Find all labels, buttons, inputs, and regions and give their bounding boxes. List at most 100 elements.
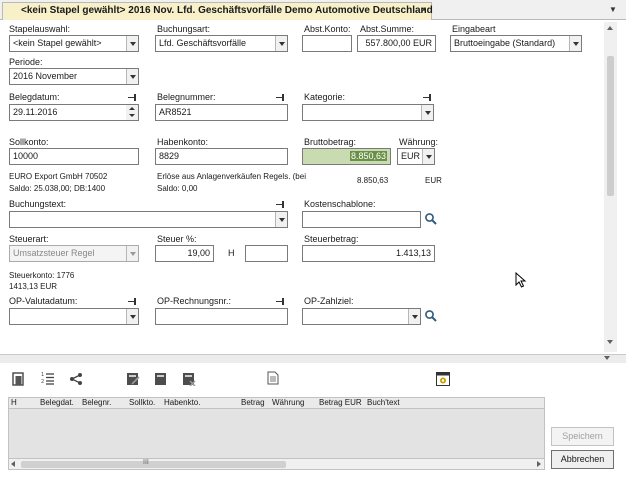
scroll-thumb[interactable]: [607, 56, 614, 196]
belegnummer-value: AR8521: [159, 107, 192, 117]
pin-icon[interactable]: [423, 94, 433, 102]
scroll-thumb[interactable]: III: [21, 459, 286, 468]
grid-col-habenkto[interactable]: Habenkto.: [164, 398, 200, 408]
kategorie-label: Kategorie:: [304, 92, 346, 102]
grid-col-belegnr[interactable]: Belegnr.: [82, 398, 111, 408]
svg-text:1: 1: [41, 372, 44, 378]
eingabeart-select[interactable]: Bruttoeingabe (Standard): [450, 35, 582, 52]
steuer-pct-field[interactable]: 19,00: [155, 245, 214, 262]
steuerart-select[interactable]: Umsatzsteuer Regel: [9, 245, 139, 262]
op-valutadatum-label: OP-Valutadatum:: [9, 296, 78, 306]
grid-col-buchtext[interactable]: Buch'text: [367, 398, 400, 408]
pin-icon[interactable]: [128, 94, 138, 102]
habenkonto-label: Habenkonto:: [157, 137, 209, 147]
bruttobetrag-field[interactable]: 8.850,63: [302, 148, 391, 165]
belegdatum-field[interactable]: 29.11.2016: [9, 104, 139, 121]
pin-icon[interactable]: [128, 298, 138, 306]
steuer-pct-value: 19,00: [187, 248, 210, 258]
op-rechnungsnr-label: OP-Rechnungsnr.:: [157, 296, 232, 306]
chevron-down-icon[interactable]: [408, 309, 420, 324]
steuer-pct-label: Steuer %:: [157, 234, 197, 244]
kategorie-select[interactable]: [302, 104, 434, 121]
steuer-h-label: H: [228, 248, 235, 258]
tab-active[interactable]: <kein Stapel gewählt> 2016 Nov. Lfd. Ges…: [2, 2, 433, 20]
sollkonto-info: EURO Export GmbH 70502: [9, 172, 108, 181]
document-list-icon[interactable]: [12, 372, 26, 386]
bruttobetrag-info-value: 8.850,63: [357, 176, 389, 185]
steuerkonto-amount: 1413,13 EUR: [9, 282, 58, 291]
chevron-down-icon[interactable]: [126, 36, 138, 51]
edit-document-icon[interactable]: [126, 372, 140, 386]
chevron-down-icon[interactable]: [422, 149, 434, 164]
periode-select[interactable]: 2016 November: [9, 68, 139, 85]
stapel-select[interactable]: <kein Stapel gewählt>: [9, 35, 139, 52]
delete-document-icon[interactable]: [182, 372, 196, 386]
vertical-scrollbar[interactable]: [604, 22, 617, 352]
search-icon[interactable]: [424, 309, 438, 323]
buchungstext-select[interactable]: [9, 211, 288, 228]
document-icon[interactable]: [154, 372, 168, 386]
abbrechen-button[interactable]: Abbrechen: [551, 450, 614, 469]
grid-col-h[interactable]: H: [11, 398, 17, 408]
tab-list-menu-icon[interactable]: ▼: [609, 5, 617, 14]
stapel-label: Stapelauswahl:: [9, 24, 71, 34]
chevron-down-icon[interactable]: [275, 212, 287, 227]
scroll-up-icon[interactable]: [607, 26, 613, 30]
panel-splitter[interactable]: [0, 354, 626, 363]
settings-window-icon[interactable]: [436, 372, 450, 386]
kostenschablone-label: Kostenschablone:: [304, 199, 376, 209]
chevron-down-icon[interactable]: [275, 36, 287, 51]
tab-title: <kein Stapel gewählt> 2016 Nov. Lfd. Ges…: [21, 5, 433, 16]
habenkonto-field[interactable]: 8829: [155, 148, 288, 165]
sollkonto-field[interactable]: 10000: [9, 148, 139, 165]
steuerbetrag-value: 1.413,13: [395, 248, 431, 258]
abst-summe-field[interactable]: 557.800,00 EUR: [357, 35, 436, 52]
periode-value: 2016 November: [13, 71, 78, 81]
pin-icon[interactable]: [276, 298, 286, 306]
steuerart-label: Steuerart:: [9, 234, 49, 244]
scroll-left-icon[interactable]: [11, 461, 15, 467]
scroll-down-icon[interactable]: [607, 340, 613, 344]
grid-col-sollkto[interactable]: Sollkto.: [129, 398, 155, 408]
waehrung-select[interactable]: EUR: [397, 148, 435, 165]
pin-icon[interactable]: [276, 94, 286, 102]
abst-summe-value: 557.800,00 EUR: [365, 38, 432, 48]
numbered-list-icon[interactable]: 12: [41, 371, 55, 385]
scroll-right-icon[interactable]: [537, 461, 541, 467]
steuer-h-field[interactable]: [245, 245, 288, 262]
chevron-down-icon[interactable]: [126, 69, 138, 84]
eingabeart-value: Bruttoeingabe (Standard): [454, 38, 556, 48]
pin-icon[interactable]: [276, 201, 286, 209]
tab-close-icon[interactable]: ×: [421, 6, 427, 16]
steuerbetrag-field[interactable]: 1.413,13: [302, 245, 435, 262]
speichern-button[interactable]: Speichern: [551, 427, 614, 446]
steuerbetrag-label: Steuerbetrag:: [304, 234, 359, 244]
spinner-icon[interactable]: [126, 105, 138, 120]
chevron-down-icon[interactable]: [569, 36, 581, 51]
collapse-icon[interactable]: [604, 356, 610, 360]
grid-col-betrag-eur[interactable]: Betrag EUR: [319, 398, 362, 408]
chevron-down-icon[interactable]: [421, 105, 433, 120]
op-rechnungsnr-field[interactable]: [155, 308, 288, 325]
steuerkonto-info: Steuerkonto: 1776: [9, 271, 75, 280]
kostenschablone-field[interactable]: [302, 211, 421, 228]
grid-col-waehrung[interactable]: Währung: [272, 398, 304, 408]
chevron-down-icon[interactable]: [126, 309, 138, 324]
grid-col-betrag[interactable]: Betrag: [241, 398, 265, 408]
abst-konto-field[interactable]: [302, 35, 352, 52]
text-document-icon[interactable]: [266, 371, 280, 385]
grid-col-belegdat[interactable]: Belegdat.: [40, 398, 74, 408]
op-zahlziel-select[interactable]: [302, 308, 421, 325]
op-valutadatum-select[interactable]: [9, 308, 139, 325]
buchungsart-select[interactable]: Lfd. Geschäftsvorfälle: [155, 35, 288, 52]
grid-body[interactable]: [8, 409, 545, 458]
grid-header: H Belegdat. Belegnr. Sollkto. Habenkto. …: [8, 397, 545, 409]
periode-label: Periode:: [9, 57, 43, 67]
search-icon[interactable]: [424, 212, 438, 226]
abst-summe-label: Abst.Summe:: [360, 24, 415, 34]
horizontal-scrollbar[interactable]: III: [8, 458, 545, 470]
chevron-down-icon[interactable]: [126, 246, 138, 261]
belegnummer-field[interactable]: AR8521: [155, 104, 288, 121]
share-icon[interactable]: [69, 372, 83, 386]
stapel-value: <kein Stapel gewählt>: [13, 38, 102, 48]
